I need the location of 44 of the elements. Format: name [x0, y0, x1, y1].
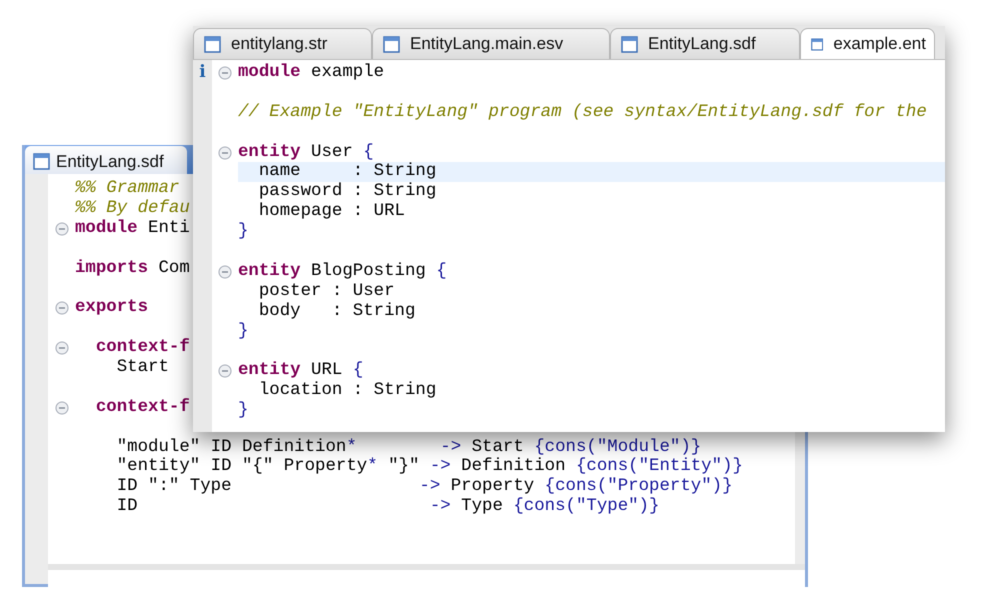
- code-line: context-f: [94, 338, 190, 358]
- file-icon: [811, 36, 824, 52]
- editor-tab[interactable]: EntityLang.sdf: [610, 28, 800, 59]
- code-line: // Example "EntityLang" program (see syntax/EntityLang.sdf for the: [238, 102, 927, 123]
- code-line: body : String: [258, 302, 416, 322]
- fold-icon[interactable]: [54, 341, 68, 356]
- code-line: entity User {: [238, 142, 374, 162]
- fold-icon[interactable]: [54, 222, 68, 236]
- fold-icon[interactable]: [218, 364, 232, 378]
- fold-icon[interactable]: [218, 66, 232, 80]
- code-line: location : String: [258, 381, 436, 402]
- editor-tab[interactable]: example.ent: [800, 28, 935, 59]
- code-line: }: [238, 401, 248, 422]
- code-line: "module" ID Definition* -> Start {cons("Module")}: [116, 438, 702, 457]
- code-line: "entity" ID "{" Property* "}" -> Definition {cons("Entity")}: [116, 457, 743, 477]
- fold-icon[interactable]: [218, 264, 232, 279]
- code-line: entity BlogPosting {: [238, 262, 447, 282]
- code-line: exports: [75, 298, 148, 318]
- code-line: imports Com: [75, 258, 190, 278]
- file-icon: [621, 36, 638, 52]
- fold-icon[interactable]: [218, 146, 232, 160]
- code-line: module Enti: [75, 218, 190, 239]
- file-icon: [33, 153, 50, 170]
- file-icon: [383, 36, 400, 52]
- editor-tab[interactable]: EntityLang.main.esv: [372, 28, 610, 59]
- code-line: context-f: [94, 398, 190, 418]
- code-line: %% Grammar: [75, 179, 180, 199]
- fold-icon[interactable]: [54, 400, 68, 415]
- code-line: }: [238, 322, 248, 342]
- code-line: password : String: [258, 182, 436, 202]
- code-line: module example: [238, 63, 384, 83]
- info-marker: i: [199, 61, 206, 84]
- code-line: ID -> Type {cons("Type")}: [116, 497, 660, 518]
- code-line: poster : User: [258, 282, 395, 302]
- code-line: ID ":" Type -> Property {cons("Property")}: [116, 477, 733, 497]
- fold-icon[interactable]: [54, 301, 68, 316]
- code-line: %% By defau: [75, 198, 190, 219]
- code-line: entity URL {: [238, 361, 364, 381]
- file-icon: [204, 36, 221, 52]
- code-line: }: [238, 222, 248, 242]
- editor-tab[interactable]: entitylang.str: [193, 28, 372, 59]
- code-line: Start: [116, 358, 169, 378]
- code-line: homepage : URL: [258, 202, 405, 222]
- editor-tab[interactable]: EntityLang.sdf: [25, 146, 187, 174]
